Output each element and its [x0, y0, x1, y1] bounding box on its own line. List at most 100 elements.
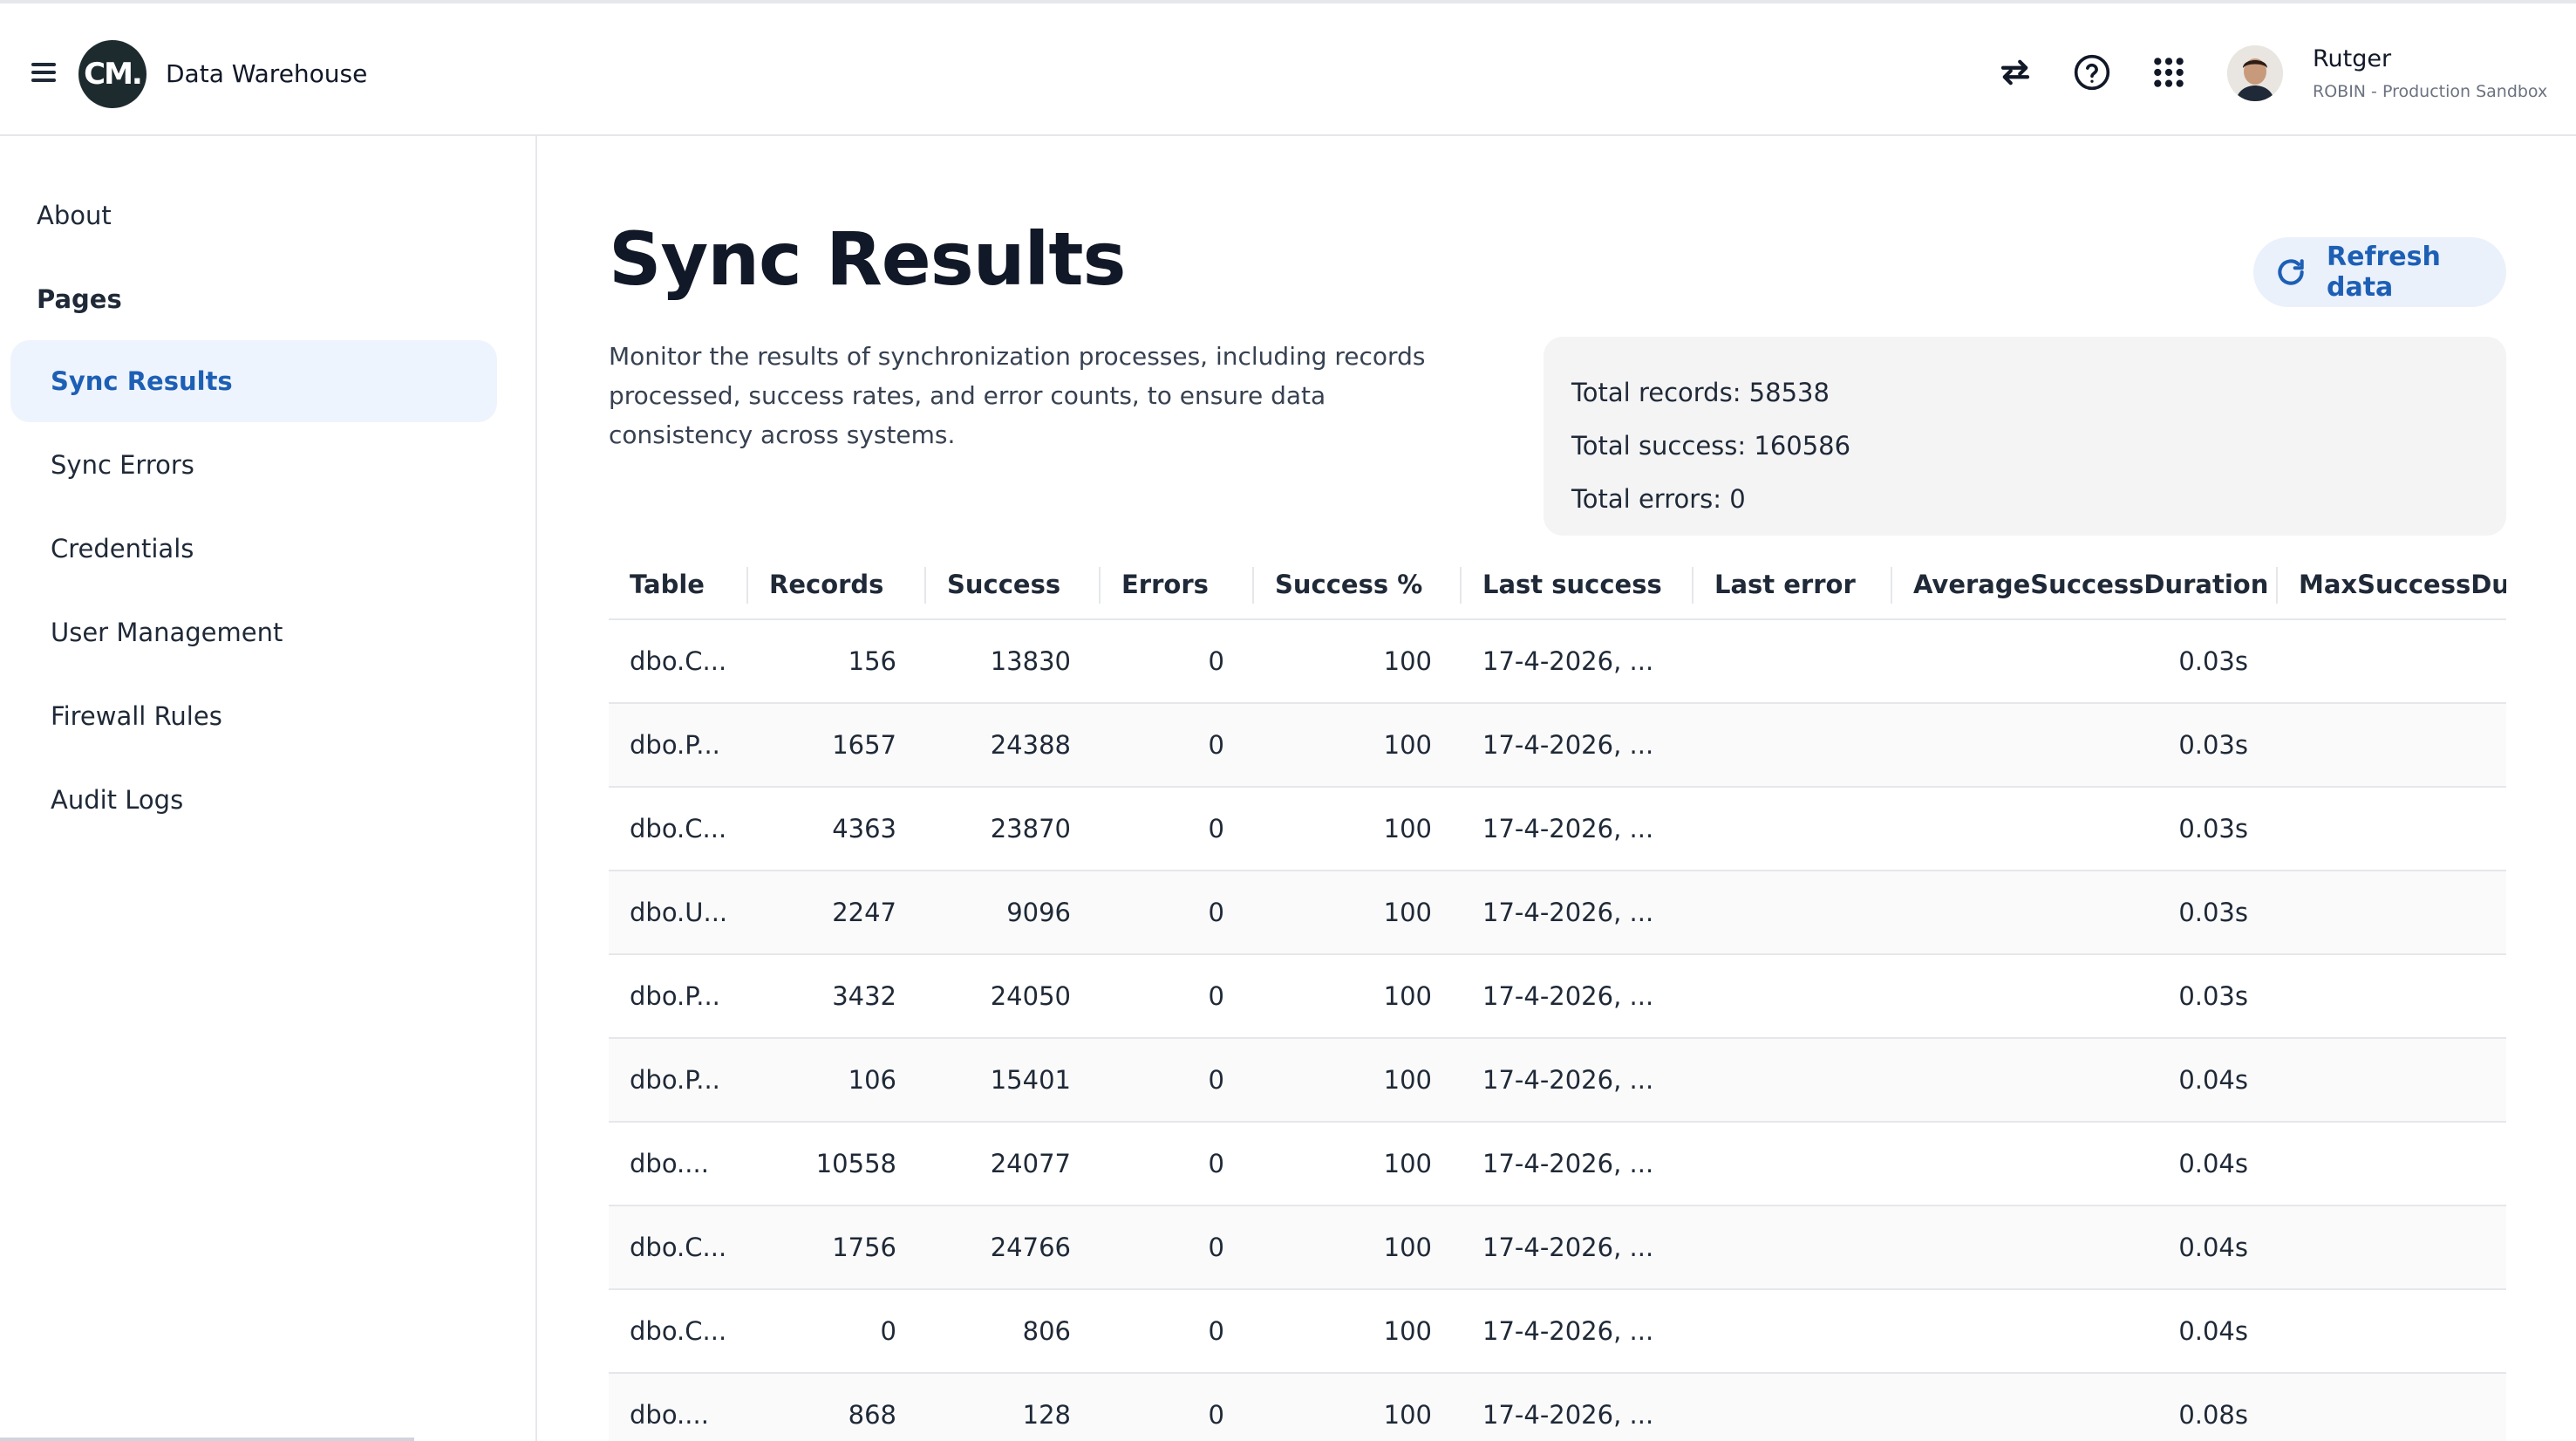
cell-last-error [1693, 871, 1892, 955]
cell-last-error [1693, 619, 1892, 704]
cell-last-error [1693, 1373, 1892, 1441]
cell-max-success-duration [2278, 1289, 2506, 1374]
cell-last-success: 17-4-2026, ... [1462, 703, 1693, 788]
cell-success-percent: 100 [1254, 871, 1462, 955]
column-header-last-success[interactable]: Last success [1462, 550, 1693, 620]
cell-success-percent: 100 [1254, 954, 1462, 1039]
table-row[interactable]: dbo.... 10558 24077 0 100 17-4-2026, ...… [609, 1122, 2506, 1206]
refresh-data-button[interactable]: Refresh data [2253, 237, 2506, 307]
column-header-errors[interactable]: Errors [1101, 550, 1254, 620]
cell-records: 1756 [748, 1205, 926, 1290]
page-description: Monitor the results of synchronization p… [609, 342, 1426, 449]
sidebar-scrollbar[interactable] [0, 1438, 414, 1441]
cell-average-success-duration: 0.04s [1892, 1038, 2278, 1123]
cell-table: dbo.C... [609, 1289, 748, 1374]
table-row[interactable]: dbo.C... 1756 24766 0 100 17-4-2026, ...… [609, 1205, 2506, 1290]
cell-records: 3432 [748, 954, 926, 1039]
cell-success: 806 [926, 1289, 1101, 1374]
table-row[interactable]: dbo.P... 3432 24050 0 100 17-4-2026, ...… [609, 954, 2506, 1039]
cell-success: 15401 [926, 1038, 1101, 1123]
cell-errors: 0 [1101, 954, 1254, 1039]
cell-last-error [1693, 1205, 1892, 1290]
avatar[interactable] [2227, 45, 2283, 101]
cell-max-success-duration [2278, 1038, 2506, 1123]
cell-average-success-duration: 0.04s [1892, 1205, 2278, 1290]
cell-errors: 0 [1101, 619, 1254, 704]
cell-table: dbo.C... [609, 619, 748, 704]
table-row[interactable]: dbo.C... 0 806 0 100 17-4-2026, ... 0.04… [609, 1289, 2506, 1374]
sidebar: About Pages Sync Results Sync Errors Cre… [0, 136, 537, 1441]
cell-records: 2247 [748, 871, 926, 955]
sidebar-item-sync-results[interactable]: Sync Results [10, 340, 497, 422]
cell-last-success: 17-4-2026, ... [1462, 1038, 1693, 1123]
help-icon[interactable] [2072, 52, 2112, 92]
cell-last-success: 17-4-2026, ... [1462, 954, 1693, 1039]
cell-max-success-duration [2278, 1122, 2506, 1206]
cell-records: 868 [748, 1373, 926, 1441]
cell-average-success-duration: 0.04s [1892, 1289, 2278, 1374]
column-header-last-error[interactable]: Last error [1693, 550, 1892, 620]
sidebar-item-label: Audit Logs [51, 785, 184, 815]
cell-last-success: 17-4-2026, ... [1462, 787, 1693, 871]
cell-errors: 0 [1101, 1373, 1254, 1441]
table-row[interactable]: dbo.C... 156 13830 0 100 17-4-2026, ... … [609, 619, 2506, 704]
user-environment: ROBIN - Production Sandbox [2313, 82, 2548, 101]
sidebar-item-firewall-rules[interactable]: Firewall Rules [10, 675, 497, 757]
table-row[interactable]: dbo.C... 4363 23870 0 100 17-4-2026, ...… [609, 787, 2506, 871]
top-header: CM. Data Warehouse Rutger ROBIN - Produc… [0, 0, 2576, 136]
cell-last-error [1693, 954, 1892, 1039]
cell-table: dbo.... [609, 1122, 748, 1206]
cell-average-success-duration: 0.03s [1892, 787, 2278, 871]
cell-table: dbo.P... [609, 1038, 748, 1123]
cell-average-success-duration: 0.03s [1892, 703, 2278, 788]
sidebar-section-pages: Pages [37, 284, 122, 314]
cell-last-success: 17-4-2026, ... [1462, 1373, 1693, 1441]
sidebar-item-label: Firewall Rules [51, 701, 222, 731]
cell-errors: 0 [1101, 1289, 1254, 1374]
cm-logo[interactable]: CM. [78, 40, 147, 108]
cell-max-success-duration [2278, 703, 2506, 788]
apps-grid-icon[interactable] [2149, 52, 2189, 92]
total-records: Total records: 58538 [1571, 378, 1830, 407]
cell-table: dbo.C... [609, 1205, 748, 1290]
table-row[interactable]: dbo.P... 106 15401 0 100 17-4-2026, ... … [609, 1038, 2506, 1123]
table-row[interactable]: dbo.P... 1657 24388 0 100 17-4-2026, ...… [609, 703, 2506, 788]
sidebar-item-credentials[interactable]: Credentials [10, 508, 497, 590]
cell-success: 9096 [926, 871, 1101, 955]
column-header-average-success-duration[interactable]: AverageSuccessDuration [1892, 550, 2278, 620]
refresh-data-label: Refresh data [2327, 242, 2441, 303]
menu-icon[interactable] [31, 63, 56, 82]
cell-success-percent: 100 [1254, 787, 1462, 871]
switch-icon[interactable] [1995, 52, 2035, 92]
sidebar-item-user-management[interactable]: User Management [10, 591, 497, 673]
cell-success: 23870 [926, 787, 1101, 871]
cell-success: 24050 [926, 954, 1101, 1039]
column-header-success-percent[interactable]: Success % [1254, 550, 1462, 620]
cell-last-success: 17-4-2026, ... [1462, 1205, 1693, 1290]
cell-records: 10558 [748, 1122, 926, 1206]
cell-table: dbo.U... [609, 871, 748, 955]
table-row[interactable]: dbo.... 868 128 0 100 17-4-2026, ... 0.0… [609, 1373, 2506, 1441]
cell-table: dbo.P... [609, 954, 748, 1039]
page-title: Sync Results [609, 216, 1126, 302]
cell-average-success-duration: 0.03s [1892, 954, 2278, 1039]
user-name: Rutger [2313, 45, 2392, 72]
sidebar-item-label: User Management [51, 618, 283, 647]
cell-last-success: 17-4-2026, ... [1462, 1289, 1693, 1374]
column-header-success[interactable]: Success [926, 550, 1101, 620]
column-header-table[interactable]: Table [609, 550, 748, 620]
cell-errors: 0 [1101, 1038, 1254, 1123]
cell-success: 24766 [926, 1205, 1101, 1290]
sync-results-table[interactable]: Table Records Success Errors Success % L… [609, 550, 2506, 1441]
cell-success: 24077 [926, 1122, 1101, 1206]
cell-success-percent: 100 [1254, 619, 1462, 704]
table-row[interactable]: dbo.U... 2247 9096 0 100 17-4-2026, ... … [609, 871, 2506, 955]
sidebar-item-about[interactable]: About [37, 201, 112, 230]
column-header-records[interactable]: Records [748, 550, 926, 620]
total-success: Total success: 160586 [1571, 431, 1851, 461]
cell-max-success-duration [2278, 954, 2506, 1039]
sidebar-item-audit-logs[interactable]: Audit Logs [10, 759, 497, 841]
totals-panel: Total records: 58538 Total success: 1605… [1544, 337, 2506, 536]
column-header-max-success-duration[interactable]: MaxSuccessDura [2278, 550, 2506, 620]
sidebar-item-sync-errors[interactable]: Sync Errors [10, 424, 497, 506]
